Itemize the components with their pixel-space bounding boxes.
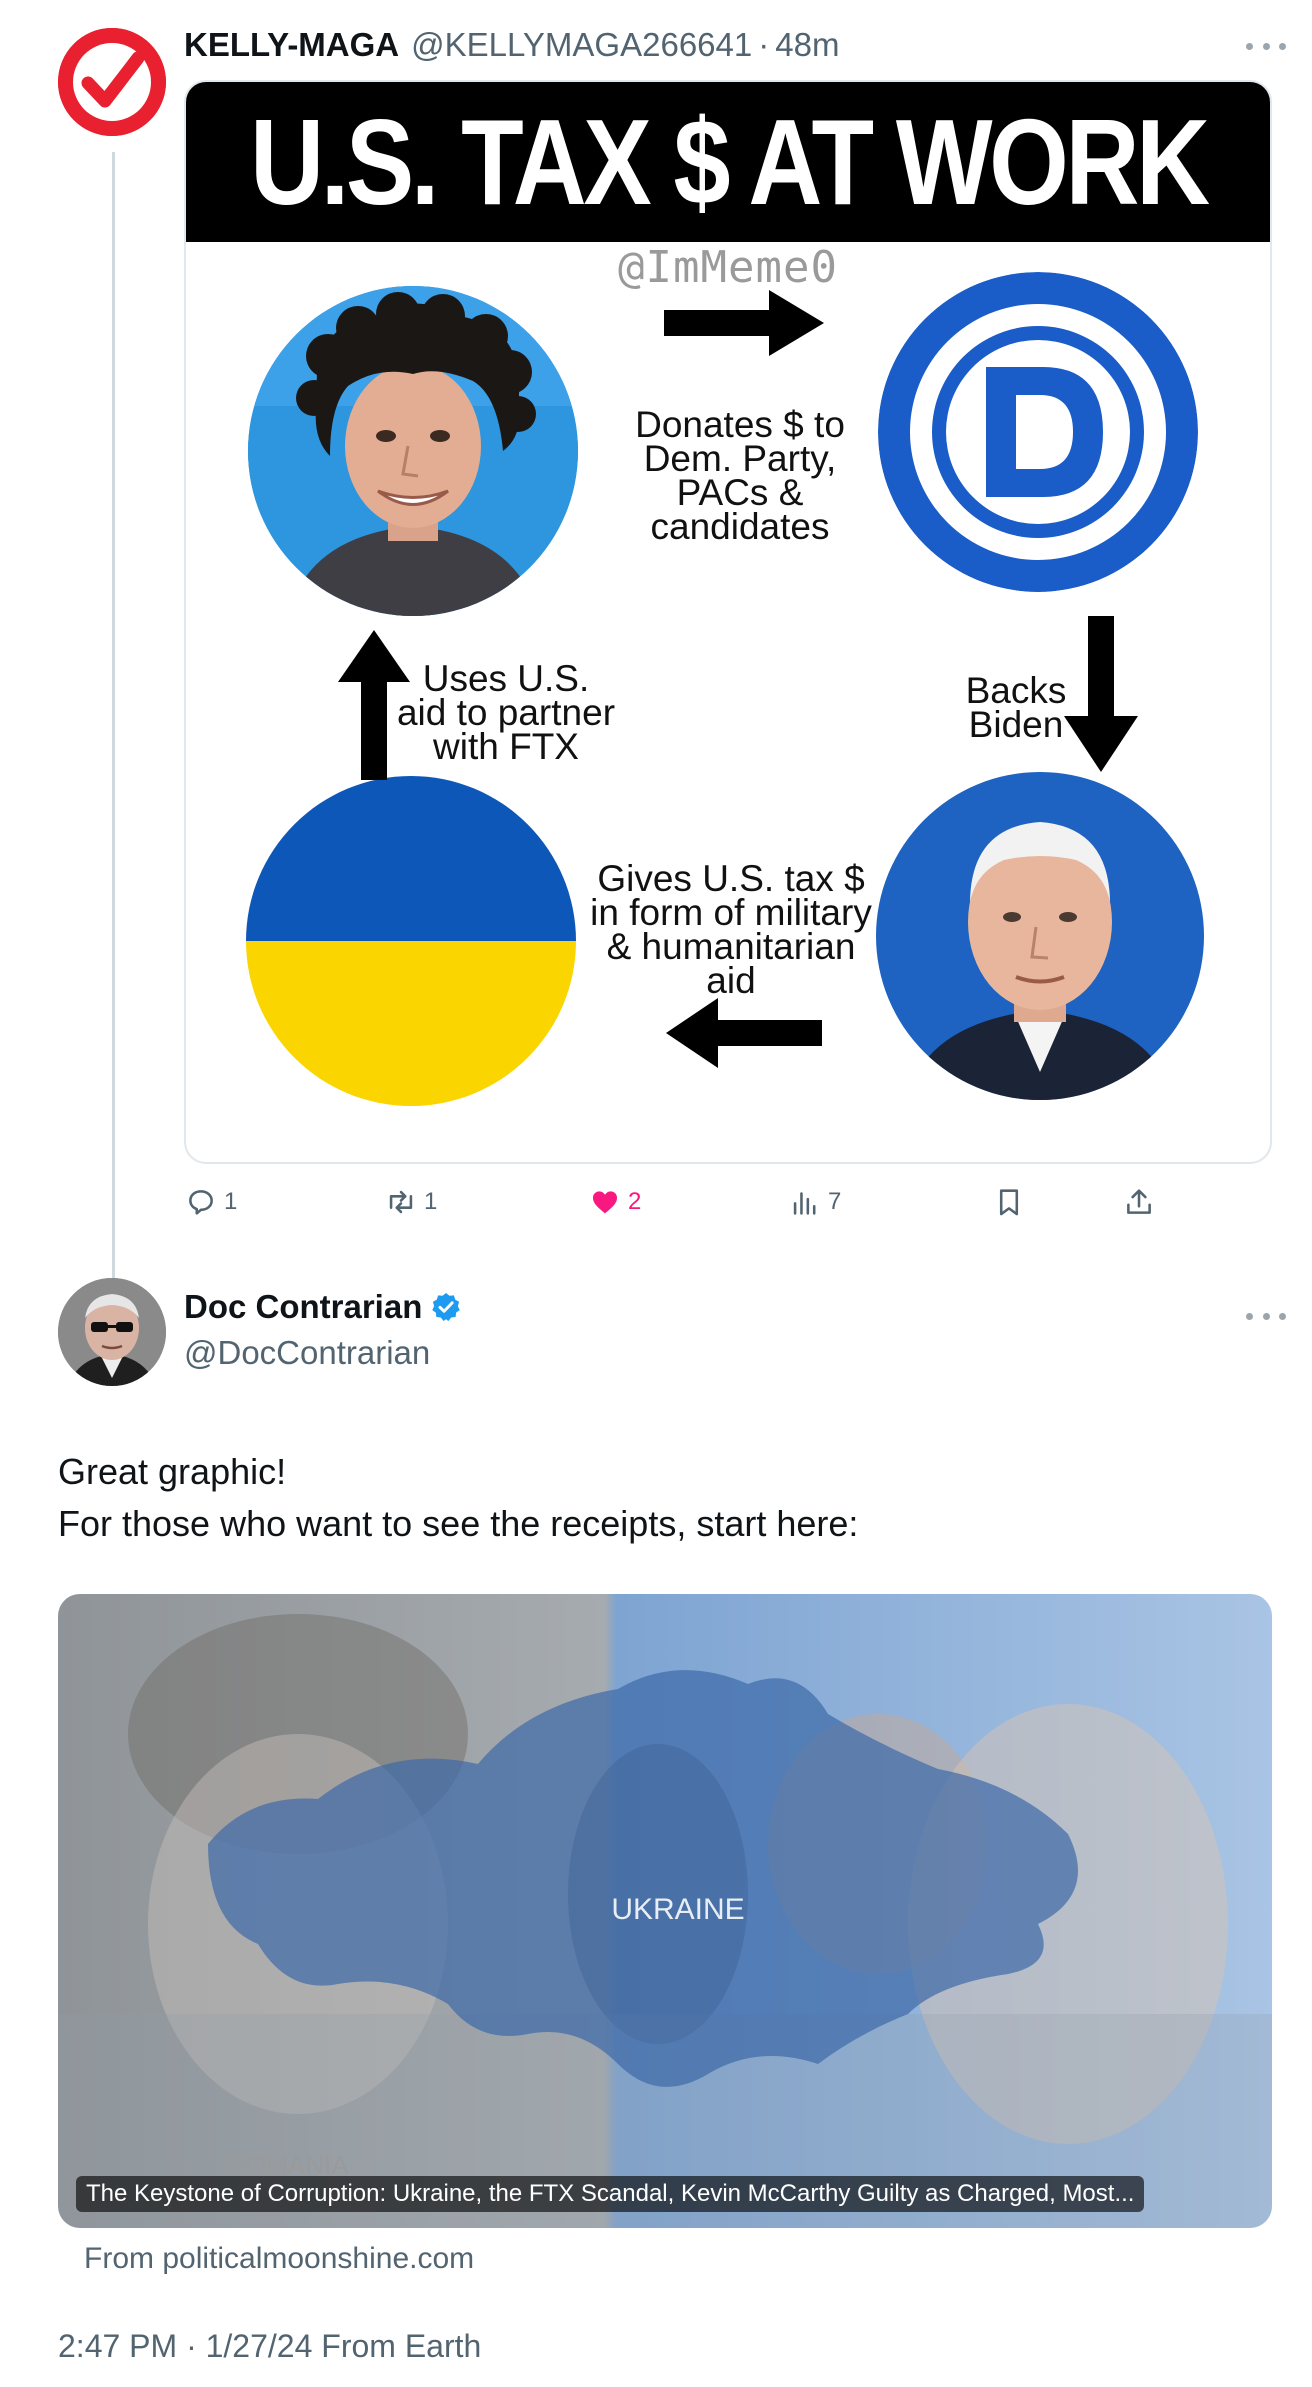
like-button[interactable]: 2 (588, 1180, 641, 1224)
meme-title: U.S. TAX $ AT WORK (249, 94, 1210, 230)
tweet-text-line: Great graphic! (58, 1451, 287, 1492)
meme-label-uses: Uses U.S. aid to partner with FTX (396, 658, 616, 767)
tweet-time[interactable]: 48m (775, 26, 839, 64)
link-source[interactable]: From politicalmoonshine.com (84, 2242, 474, 2276)
tweet-action-bar: 1 1 2 7 (0, 1180, 1312, 1224)
share-button[interactable] (1122, 1180, 1156, 1224)
reply-count: 1 (224, 1188, 238, 1215)
separator-dot: · (758, 26, 770, 63)
heart-icon (592, 1191, 618, 1214)
democratic-party-logo (878, 272, 1198, 592)
link-preview-image: UKRAINE ROMANIA (58, 1594, 1272, 2228)
analytics-icon (793, 1192, 816, 1215)
meme-label-gives: Gives U.S. tax $ in form of military & h… (590, 858, 872, 1001)
thread-connector-line (112, 152, 115, 1280)
arrow-right-icon (664, 290, 824, 356)
author-handle[interactable]: @KELLYMAGA266641 (411, 26, 752, 64)
author-name[interactable]: Doc Contrarian (184, 1288, 422, 1326)
map-label-ukraine: UKRAINE (611, 1893, 744, 1926)
avatar[interactable] (58, 28, 166, 136)
more-options-icon[interactable] (1246, 36, 1286, 56)
arrow-left-icon (666, 998, 822, 1068)
tweet-text: Great graphic! For those who want to see… (58, 1446, 1258, 1550)
author-name-row: Doc Contrarian (184, 1288, 462, 1326)
tweet-text-line: For those who want to see the receipts, … (58, 1503, 859, 1544)
reply-icon (189, 1190, 213, 1215)
bookmark-icon (999, 1189, 1019, 1216)
meme-watermark: @ImMeme0 (618, 242, 838, 293)
red-checkmark-icon (58, 28, 166, 136)
link-preview-card[interactable]: UKRAINE ROMANIA The Keystone of Corrupti… (58, 1594, 1272, 2228)
meme-label-donates: Donates $ to Dem. Party, PACs & candidat… (635, 404, 845, 547)
link-card-title[interactable]: The Keystone of Corruption: Ukraine, the… (76, 2176, 1145, 2212)
portrait-bankman-fried (248, 286, 578, 616)
repost-count: 1 (424, 1188, 438, 1215)
verified-badge-icon (432, 1293, 461, 1321)
ukraine-flag-circle (246, 776, 576, 1106)
more-options-icon[interactable] (1246, 1306, 1286, 1326)
like-count: 2 (628, 1188, 642, 1215)
avatar[interactable] (58, 1278, 166, 1386)
author-handle[interactable]: @DocContrarian (184, 1334, 430, 1372)
tweet-media-image[interactable]: U.S. TAX $ AT WORK @ImMeme0 Donates $ to… (184, 80, 1272, 1164)
bookmark-button[interactable] (992, 1180, 1026, 1224)
reply-button[interactable]: 1 (184, 1180, 237, 1224)
meme-label-backs-biden: Backs Biden (965, 670, 1067, 745)
meme-banner: U.S. TAX $ AT WORK (186, 82, 1270, 242)
repost-icon (389, 1190, 413, 1214)
portrait-biden (876, 772, 1204, 1100)
tweet-timestamp[interactable]: 2:47 PM · 1/27/24 From Earth (58, 2328, 481, 2365)
views-button[interactable]: 7 (788, 1180, 841, 1224)
view-count: 7 (828, 1188, 842, 1215)
repost-button[interactable]: 1 (384, 1180, 437, 1224)
tweet-header: KELLY-MAGA @KELLYMAGA266641 · 48m (184, 24, 839, 66)
author-name[interactable]: KELLY-MAGA (184, 26, 399, 64)
share-icon (1127, 1189, 1151, 1214)
